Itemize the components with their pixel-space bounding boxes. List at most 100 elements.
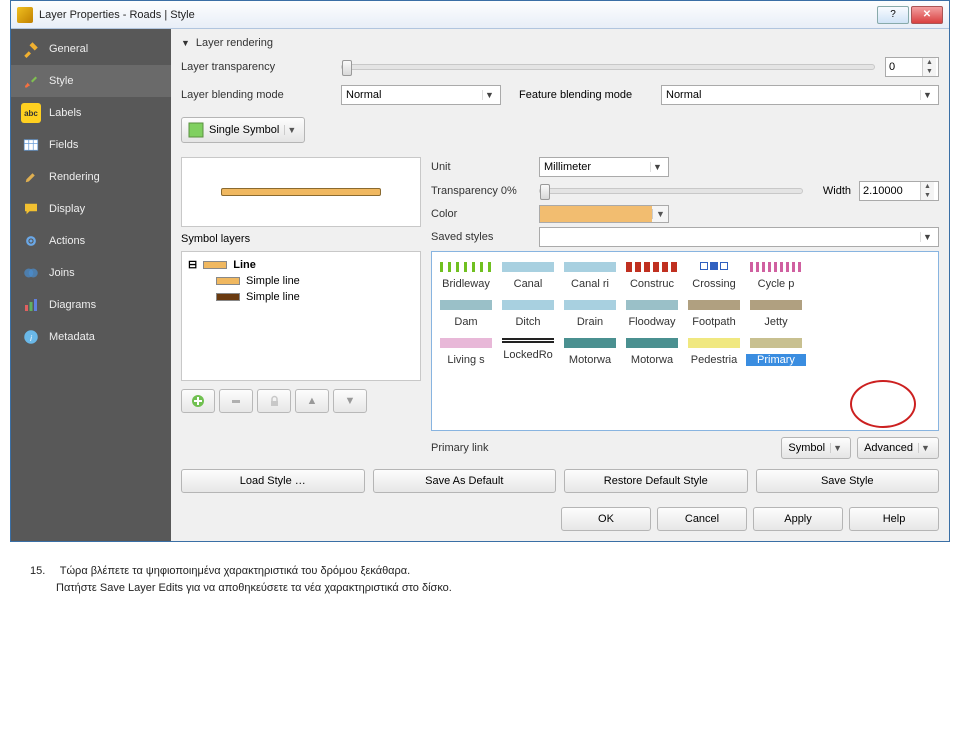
- sidebar-item-rendering[interactable]: Rendering: [11, 161, 171, 193]
- style-item[interactable]: Canal: [498, 258, 558, 290]
- ok-button[interactable]: OK: [561, 507, 651, 531]
- abc-icon: abc: [21, 103, 41, 123]
- feature-blend-combo[interactable]: Normal▼: [661, 85, 939, 105]
- sidebar-label: Joins: [49, 267, 75, 279]
- annotation-circle: [850, 380, 916, 428]
- linetrans-label: Transparency 0%: [431, 185, 531, 197]
- sidebar-label: Display: [49, 203, 85, 215]
- line-trans-slider[interactable]: [539, 188, 803, 194]
- sidebar-label: Metadata: [49, 331, 95, 343]
- sidebar-item-display[interactable]: Display: [11, 193, 171, 225]
- blend-label: Layer blending mode: [181, 89, 331, 101]
- sidebar-item-general[interactable]: General: [11, 33, 171, 65]
- style-item[interactable]: Cycle p: [746, 258, 806, 290]
- sidebar-label: General: [49, 43, 88, 55]
- chart-icon: [21, 295, 41, 315]
- saved-label: Saved styles: [431, 231, 531, 243]
- symbol-layers-tree[interactable]: ⊟Line Simple line Simple line: [181, 251, 421, 381]
- sidebar-label: Actions: [49, 235, 85, 247]
- tree-child[interactable]: Simple line: [188, 289, 414, 305]
- table-icon: [21, 135, 41, 155]
- color-picker[interactable]: ▼: [539, 205, 669, 223]
- sidebar-label: Diagrams: [49, 299, 96, 311]
- sidebar-item-joins[interactable]: Joins: [11, 257, 171, 289]
- style-item[interactable]: Crossing: [684, 258, 744, 290]
- sidebar-item-fields[interactable]: Fields: [11, 129, 171, 161]
- style-item[interactable]: Drain: [560, 296, 620, 328]
- primary-link-label: Primary link: [431, 442, 775, 454]
- bubble-icon: [21, 199, 41, 219]
- collapse-icon: ▼: [181, 38, 190, 48]
- width-value[interactable]: [860, 182, 920, 200]
- caption-text: 15. Τώρα βλέπετε τα ψηφιοποιημένα χαρακτ…: [0, 542, 960, 606]
- style-item[interactable]: Pedestria: [684, 334, 744, 366]
- paintbrush-icon: [21, 167, 41, 187]
- transparency-slider[interactable]: [341, 64, 875, 70]
- symbol-preview: [181, 157, 421, 227]
- sidebar-item-diagrams[interactable]: Diagrams: [11, 289, 171, 321]
- combo-value: Single Symbol: [209, 124, 279, 136]
- help-button[interactable]: Help: [849, 507, 939, 531]
- unit-label: Unit: [431, 161, 531, 173]
- help-button[interactable]: ?: [877, 6, 909, 24]
- style-item[interactable]: Canal ri: [560, 258, 620, 290]
- join-icon: [21, 263, 41, 283]
- cancel-button[interactable]: Cancel: [657, 507, 747, 531]
- symbol-type-combo[interactable]: Single Symbol ▼: [181, 117, 305, 143]
- style-item[interactable]: Jetty: [746, 296, 806, 328]
- symbol-button[interactable]: Symbol▼: [781, 437, 851, 459]
- gear-icon: [21, 231, 41, 251]
- remove-layer-button[interactable]: [219, 389, 253, 413]
- sidebar-item-actions[interactable]: Actions: [11, 225, 171, 257]
- style-item[interactable]: Floodway: [622, 296, 682, 328]
- style-item[interactable]: Construc: [622, 258, 682, 290]
- style-item[interactable]: LockedRo: [498, 334, 558, 366]
- transparency-value[interactable]: [886, 58, 922, 76]
- window-title: Layer Properties - Roads | Style: [39, 9, 877, 21]
- sidebar-item-metadata[interactable]: i Metadata: [11, 321, 171, 353]
- restore-default-button[interactable]: Restore Default Style: [564, 469, 748, 493]
- sidebar-item-labels[interactable]: abc Labels: [11, 97, 171, 129]
- save-style-button[interactable]: Save Style: [756, 469, 940, 493]
- style-item[interactable]: Dam: [436, 296, 496, 328]
- load-style-button[interactable]: Load Style …: [181, 469, 365, 493]
- style-item[interactable]: Ditch: [498, 296, 558, 328]
- save-default-button[interactable]: Save As Default: [373, 469, 557, 493]
- sidebar-label: Rendering: [49, 171, 100, 183]
- app-icon: [17, 7, 33, 23]
- combo-value: Millimeter: [544, 161, 646, 173]
- tools-icon: [21, 39, 41, 59]
- feature-blend-label: Feature blending mode: [511, 89, 651, 101]
- sidebar-item-style[interactable]: Style: [11, 65, 171, 97]
- symbol-layers-label: Symbol layers: [181, 233, 421, 245]
- width-label: Width: [811, 185, 851, 197]
- sidebar-label: Style: [49, 75, 73, 87]
- tree-root[interactable]: ⊟Line: [188, 256, 414, 273]
- style-item[interactable]: Motorwa: [560, 334, 620, 366]
- move-down-button[interactable]: ▼: [333, 389, 367, 413]
- layer-rendering-header[interactable]: ▼ Layer rendering: [181, 35, 939, 51]
- combo-value: Normal: [666, 89, 916, 101]
- layer-blend-combo[interactable]: Normal▼: [341, 85, 501, 105]
- tree-child[interactable]: Simple line: [188, 273, 414, 289]
- style-item[interactable]: Bridleway: [436, 258, 496, 290]
- add-layer-button[interactable]: [181, 389, 215, 413]
- sidebar: General Style abc Labels Fields Renderin…: [11, 29, 171, 541]
- apply-button[interactable]: Apply: [753, 507, 843, 531]
- style-item[interactable]: Motorwa: [622, 334, 682, 366]
- style-item[interactable]: Living s: [436, 334, 496, 366]
- lock-layer-button[interactable]: [257, 389, 291, 413]
- close-button[interactable]: ✕: [911, 6, 943, 24]
- combo-value: Normal: [346, 89, 478, 101]
- move-up-button[interactable]: ▲: [295, 389, 329, 413]
- transparency-label: Layer transparency: [181, 61, 331, 73]
- styles-grid[interactable]: Bridleway Canal Canal ri Construc Crossi…: [431, 251, 939, 431]
- style-item[interactable]: Footpath: [684, 296, 744, 328]
- saved-styles-combo[interactable]: ▼: [539, 227, 939, 247]
- transparency-spin[interactable]: ▲▼: [885, 57, 939, 77]
- unit-combo[interactable]: Millimeter▼: [539, 157, 669, 177]
- color-label: Color: [431, 208, 531, 220]
- width-spin[interactable]: ▲▼: [859, 181, 939, 201]
- style-item-selected[interactable]: Primary: [746, 334, 806, 366]
- advanced-button[interactable]: Advanced▼: [857, 437, 939, 459]
